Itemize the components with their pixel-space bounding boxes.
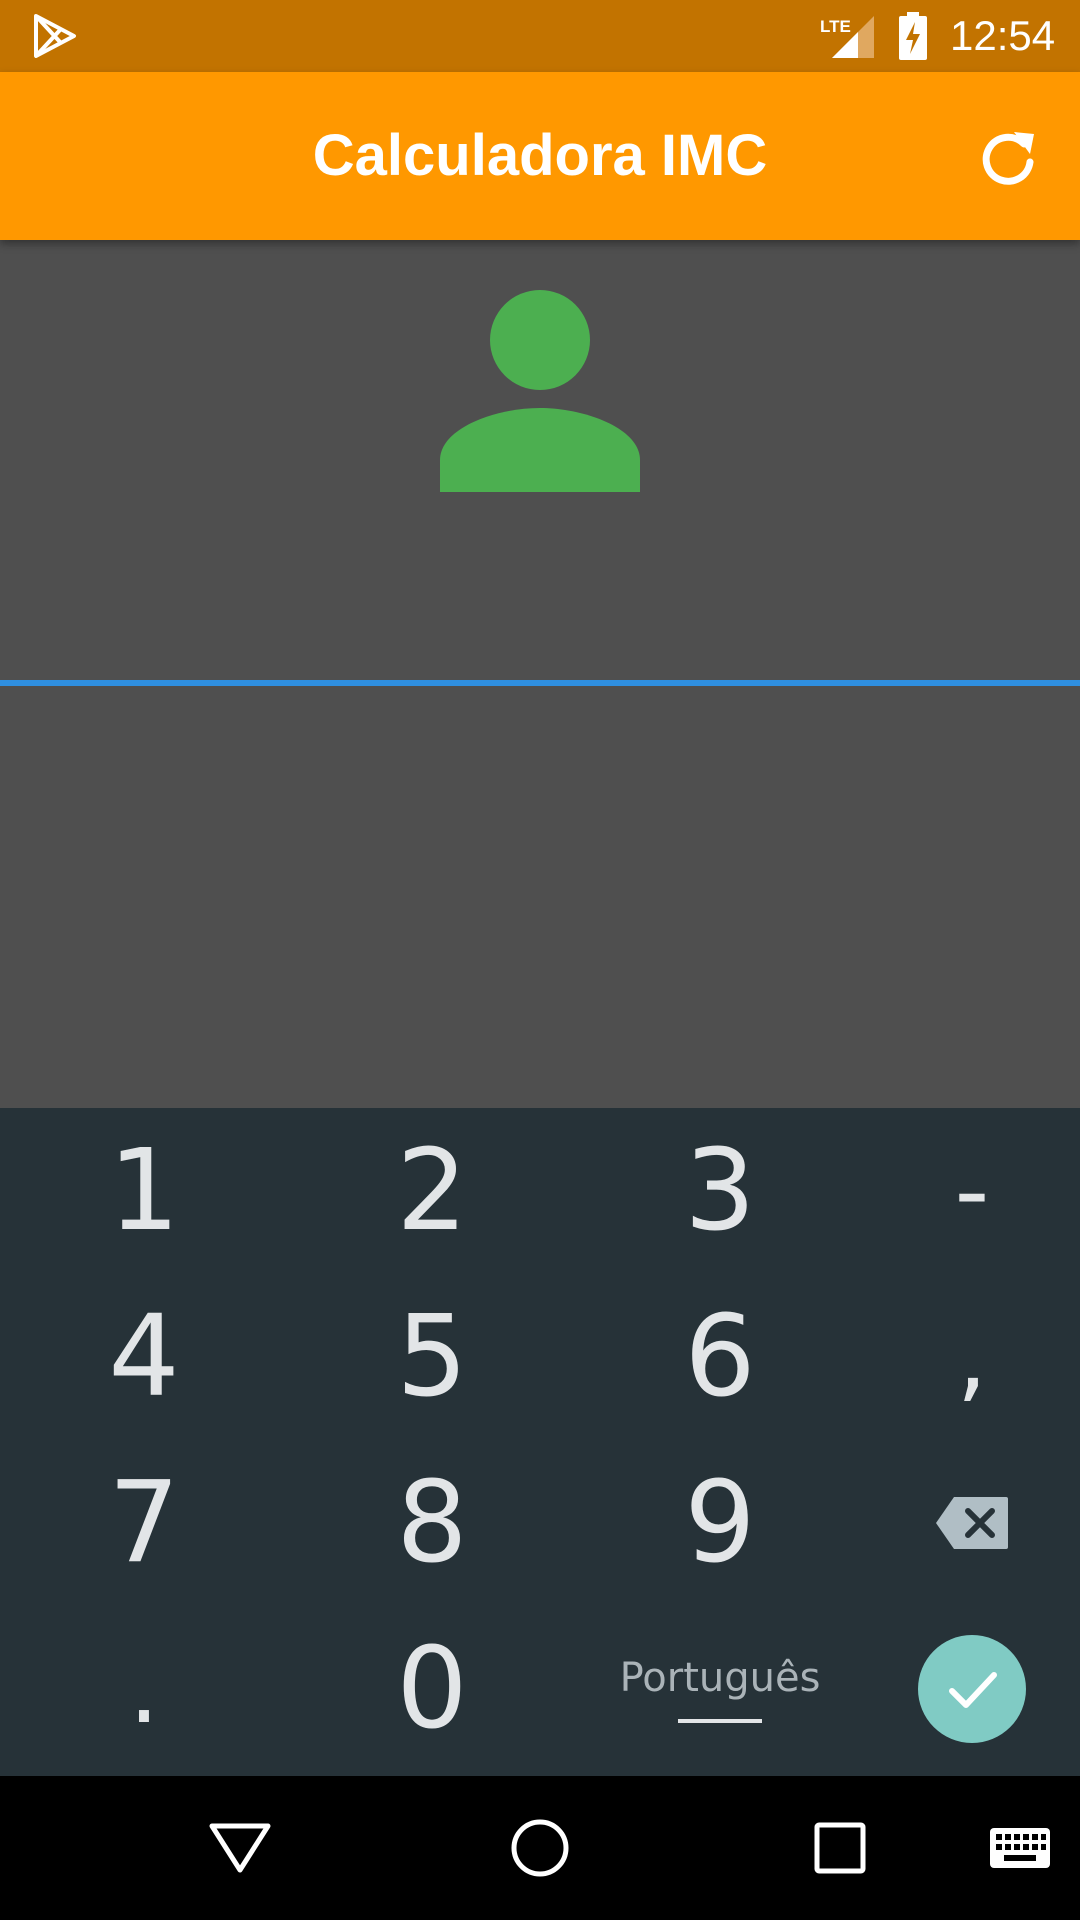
input-underline bbox=[0, 680, 1080, 686]
language-label: Português bbox=[619, 1655, 821, 1701]
delete-key[interactable] bbox=[837, 1440, 1080, 1606]
keyboard-switch-button[interactable] bbox=[960, 1776, 1080, 1920]
status-bar: LTE 12:54 bbox=[0, 0, 1080, 72]
status-time: 12:54 bbox=[950, 12, 1056, 59]
check-icon bbox=[949, 1672, 997, 1708]
back-icon bbox=[209, 1823, 271, 1873]
key-1[interactable]: 1 bbox=[9, 1108, 279, 1274]
key-period[interactable]: . bbox=[9, 1606, 279, 1772]
numeric-keyboard: 1 2 3 - 4 5 6 , 7 8 9 . 0 Português bbox=[0, 1108, 1080, 1776]
key-minus[interactable]: - bbox=[837, 1108, 1080, 1274]
key-6[interactable]: 6 bbox=[585, 1274, 855, 1440]
recents-button[interactable] bbox=[780, 1776, 900, 1920]
recents-icon bbox=[814, 1822, 866, 1874]
done-button[interactable] bbox=[918, 1635, 1026, 1743]
back-button[interactable] bbox=[180, 1776, 300, 1920]
network-label: LTE bbox=[820, 17, 851, 36]
weight-input[interactable] bbox=[0, 570, 1080, 680]
key-comma[interactable]: , bbox=[837, 1274, 1080, 1440]
key-8[interactable]: 8 bbox=[297, 1440, 567, 1606]
key-9[interactable]: 9 bbox=[585, 1440, 855, 1606]
language-underline bbox=[678, 1719, 762, 1723]
app-title: Calculadora IMC bbox=[312, 123, 768, 188]
refresh-icon[interactable] bbox=[976, 126, 1040, 190]
navigation-bar bbox=[0, 1776, 1080, 1920]
home-button[interactable] bbox=[480, 1776, 600, 1920]
key-5[interactable]: 5 bbox=[297, 1274, 567, 1440]
battery-charging-icon bbox=[899, 12, 927, 60]
key-2[interactable]: 2 bbox=[297, 1108, 567, 1274]
app-bar: Calculadora IMC bbox=[0, 72, 1080, 240]
done-key[interactable] bbox=[837, 1606, 1080, 1772]
lte-signal-icon: LTE bbox=[820, 16, 874, 58]
home-icon bbox=[511, 1819, 569, 1877]
main-content bbox=[0, 240, 1080, 1108]
key-4[interactable]: 4 bbox=[9, 1274, 279, 1440]
play-store-notification-icon bbox=[34, 14, 76, 58]
key-7[interactable]: 7 bbox=[9, 1440, 279, 1606]
key-3[interactable]: 3 bbox=[585, 1108, 855, 1274]
person-icon bbox=[440, 290, 640, 492]
backspace-icon bbox=[936, 1497, 1008, 1549]
keyboard-switch-icon bbox=[990, 1828, 1050, 1868]
key-0[interactable]: 0 bbox=[297, 1606, 567, 1772]
language-key[interactable]: Português bbox=[585, 1606, 855, 1772]
